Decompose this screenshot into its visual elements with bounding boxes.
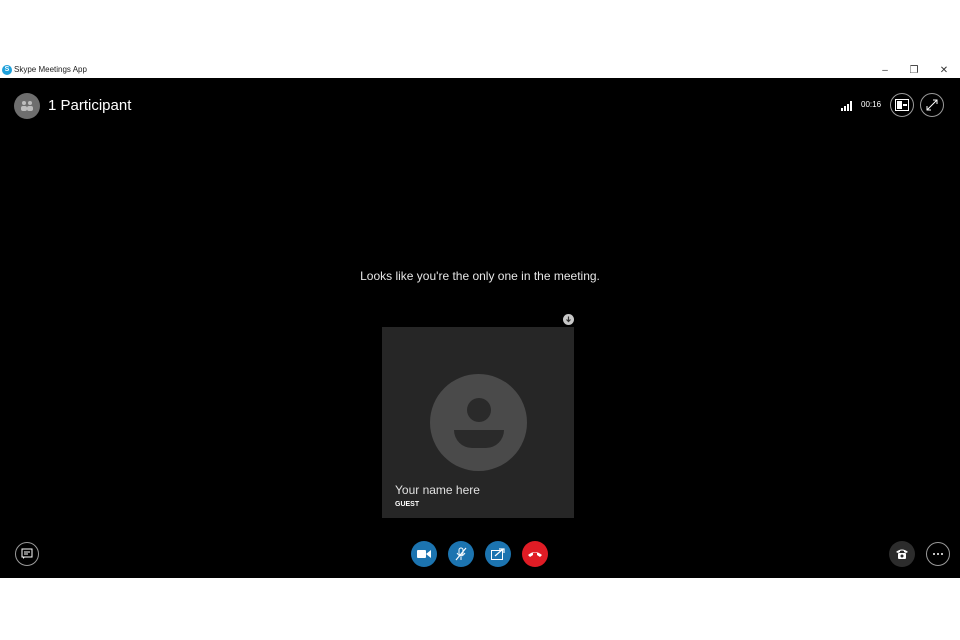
avatar-head-shape — [467, 398, 491, 422]
self-role-label: GUEST — [395, 501, 420, 508]
content-view-icon — [895, 99, 909, 111]
share-screen-icon — [491, 548, 505, 560]
meeting-stage: 1 Participant 00:16 Looks like you're th… — [0, 78, 960, 578]
participants-icon — [21, 101, 33, 111]
content-view-button[interactable] — [890, 93, 914, 117]
window-title: Skype Meetings App — [14, 65, 87, 74]
more-options-icon — [933, 553, 943, 555]
maximize-button[interactable]: ❐ — [899, 62, 929, 78]
hang-up-button[interactable] — [522, 541, 548, 567]
share-content-button[interactable] — [485, 541, 511, 567]
window-title-bar: S Skype Meetings App – ❐ ✕ — [0, 62, 960, 78]
mute-toggle-button[interactable] — [448, 541, 474, 567]
call-timer: 00:16 — [861, 100, 882, 109]
fullscreen-icon — [926, 99, 938, 111]
chat-icon — [21, 548, 33, 559]
signal-strength-icon — [841, 101, 852, 111]
self-video-tile: Your name here GUEST — [382, 327, 574, 518]
participants-count-label[interactable]: 1 Participant — [48, 97, 131, 115]
close-button[interactable]: ✕ — [929, 62, 959, 78]
microphone-muted-icon — [455, 547, 467, 561]
phone-dialpad-button[interactable] — [889, 541, 915, 567]
pin-icon — [566, 316, 571, 323]
hang-up-icon — [528, 552, 542, 557]
more-options-button[interactable] — [926, 542, 950, 566]
chat-button[interactable] — [15, 542, 39, 566]
minimize-button[interactable]: – — [870, 62, 900, 78]
pin-video-button[interactable] — [563, 314, 574, 325]
alone-in-meeting-message: Looks like you're the only one in the me… — [360, 269, 600, 283]
video-camera-icon — [417, 550, 431, 558]
self-name-label: Your name here — [395, 483, 480, 497]
avatar — [430, 374, 527, 471]
fullscreen-button[interactable] — [920, 93, 944, 117]
dialpad-phone-icon — [896, 549, 908, 559]
participants-button[interactable] — [14, 93, 40, 119]
video-toggle-button[interactable] — [411, 541, 437, 567]
skype-logo-icon: S — [2, 65, 12, 75]
avatar-body-shape — [454, 430, 504, 448]
